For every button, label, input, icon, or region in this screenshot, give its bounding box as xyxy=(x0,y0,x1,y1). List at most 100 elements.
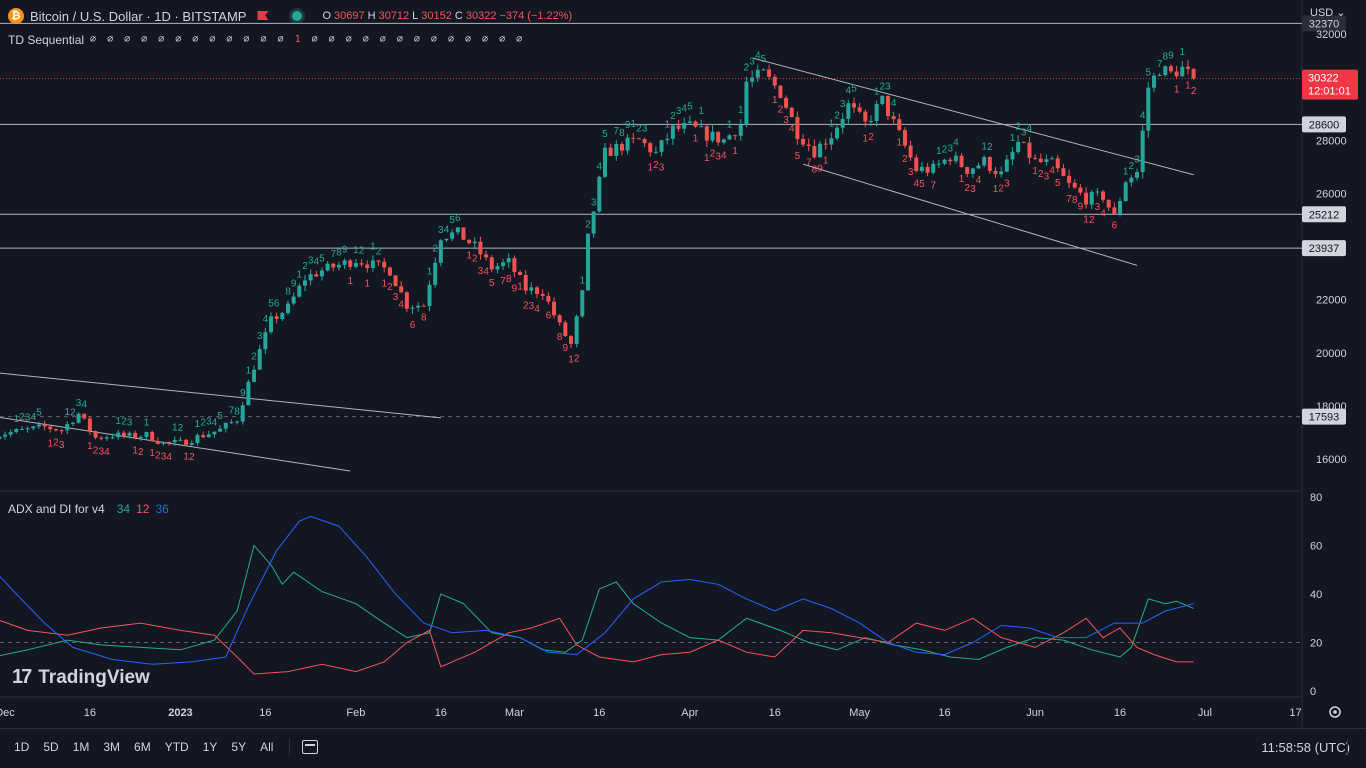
candle-body xyxy=(852,103,856,108)
candle-body xyxy=(529,287,534,291)
candle-body xyxy=(427,284,432,307)
candle-body xyxy=(1067,175,1072,183)
level-price-label: 17593 xyxy=(1309,412,1340,424)
candle-body xyxy=(1055,158,1060,169)
settings-gear-icon[interactable] xyxy=(1329,706,1341,718)
currency-selector[interactable]: USD ⌄ xyxy=(1310,6,1346,19)
timeframe-5d[interactable]: 5D xyxy=(43,740,58,754)
tradingview-logo[interactable]: 17 TradingView xyxy=(12,666,150,689)
td-count-up: 3 xyxy=(257,331,263,342)
candle-body xyxy=(382,261,387,268)
td-count-down: 4 xyxy=(483,266,489,277)
td-count-up: 6 xyxy=(455,213,461,224)
time-axis-tick-label: 16 xyxy=(593,707,605,719)
flag-icon[interactable] xyxy=(256,10,270,22)
candle-body xyxy=(891,116,896,120)
adx-legend[interactable]: ADX and DI for v4 34 12 36 xyxy=(8,502,169,516)
symbol-title[interactable]: Bitcoin / U.S. Dollar · 1D · BITSTAMP xyxy=(30,9,246,24)
chart-canvas[interactable]: 32370286002521223937175931 2 3 4 51 2 31 23 41 2 3… xyxy=(0,0,1366,768)
candle-body xyxy=(767,69,772,77)
candle-body xyxy=(342,260,347,265)
timeframe-ytd[interactable]: YTD xyxy=(165,740,189,754)
candle-body xyxy=(399,286,404,293)
candle-body xyxy=(274,316,279,320)
candle-body xyxy=(693,121,698,127)
candle-body xyxy=(976,165,981,169)
td-sequential-marks: 1 2 3 4 51 2 31 23 41 2 3 41 2 31 211 2 3 41 21 21 2 3 457 8912… xyxy=(14,47,1197,463)
candle-body xyxy=(3,434,7,437)
minus-di-value: 12 xyxy=(136,502,150,516)
candle-body xyxy=(331,263,336,268)
candle-body xyxy=(223,422,228,429)
candle-body xyxy=(987,157,992,171)
candle-body xyxy=(365,264,370,269)
candle-body xyxy=(506,258,511,263)
candle-body xyxy=(636,138,641,140)
timeframe-5y[interactable]: 5Y xyxy=(231,740,246,754)
candle-body xyxy=(863,111,868,122)
candle-body xyxy=(1021,141,1026,143)
candle-body xyxy=(557,315,562,323)
candle-body xyxy=(546,295,551,302)
candle-body xyxy=(1095,191,1100,193)
td-count-down: 2 xyxy=(472,253,478,264)
candle-body xyxy=(727,135,732,140)
timeframe-all[interactable]: All xyxy=(260,740,273,754)
candle-body xyxy=(1010,151,1015,160)
td-count-down: 2 xyxy=(868,132,874,143)
candle-body xyxy=(263,332,268,350)
td-sequential-values: ∅ ∅ ∅ ∅ ∅ ∅ ∅ ∅ ∅ ∅ ∅ ∅ 1 ∅ ∅ ∅ ∅ ∅ ∅ ∅ … xyxy=(90,33,525,47)
low-label: L xyxy=(412,10,419,22)
time-axis-tick-label: 16 xyxy=(769,707,781,719)
timeframe-1m[interactable]: 1M xyxy=(73,740,90,754)
candle-body xyxy=(648,143,653,153)
price-axis-tick-label: 32000 xyxy=(1316,29,1347,41)
calendar-icon[interactable] xyxy=(302,740,319,754)
close-label: C xyxy=(454,10,463,22)
td-count-up: 9 xyxy=(240,388,246,399)
td-count-up: 4 xyxy=(1140,111,1146,122)
level-price-label: 28600 xyxy=(1309,119,1340,131)
timeframe-6m[interactable]: 6M xyxy=(134,740,151,754)
td-count-down: 1 xyxy=(693,133,699,144)
market-status-icon[interactable] xyxy=(292,11,303,21)
candle-body xyxy=(993,170,998,175)
open-value: 30697 xyxy=(334,10,365,22)
candle-body xyxy=(580,290,585,317)
candle-body xyxy=(931,163,936,173)
td-values-a: ∅ ∅ ∅ ∅ ∅ ∅ ∅ ∅ ∅ ∅ ∅ ∅ xyxy=(90,34,287,45)
time-axis-tick-label: 16 xyxy=(938,707,950,719)
td-sequential-label[interactable]: TD Sequential xyxy=(8,33,84,47)
candle-body xyxy=(1078,187,1083,193)
candle-body xyxy=(291,296,296,304)
candle-body xyxy=(189,443,194,445)
td-count-up: 1 xyxy=(427,266,433,277)
td-count-down: 2 xyxy=(189,452,195,463)
candle-body xyxy=(201,435,206,438)
candle-body xyxy=(835,127,840,139)
candle-countdown-label: 12:01:01 xyxy=(1308,86,1351,98)
candle-body xyxy=(868,121,873,123)
candle-body xyxy=(801,139,806,145)
timeframe-1d[interactable]: 1D xyxy=(14,740,29,754)
td-count-down: 6 xyxy=(546,311,552,322)
candle-body xyxy=(1033,157,1038,159)
timeframe-1y[interactable]: 1Y xyxy=(203,740,218,754)
timeframe-3m[interactable]: 3M xyxy=(103,740,120,754)
td-count-up: 3 xyxy=(591,197,597,208)
utc-clock[interactable]: 11:58:58 (UTC) xyxy=(1261,740,1350,755)
candle-body xyxy=(48,426,53,430)
candle-body xyxy=(59,430,64,432)
adx-label[interactable]: ADX and DI for v4 xyxy=(8,502,105,516)
candle-body xyxy=(563,322,568,337)
td-sequential-legend[interactable]: TD Sequential ∅ ∅ ∅ ∅ ∅ ∅ ∅ ∅ ∅ ∅ ∅ ∅ 1 … xyxy=(8,33,525,47)
td-count-down: 2 xyxy=(778,104,784,115)
candle-body xyxy=(138,436,143,438)
candle-body xyxy=(614,144,619,156)
candle-body xyxy=(812,145,817,158)
low-value: 30152 xyxy=(421,10,452,22)
td-count-up: 5 xyxy=(319,253,325,264)
candle-body xyxy=(585,233,590,291)
time-axis-tick-label: 16 xyxy=(84,707,96,719)
candle-body xyxy=(393,275,398,287)
